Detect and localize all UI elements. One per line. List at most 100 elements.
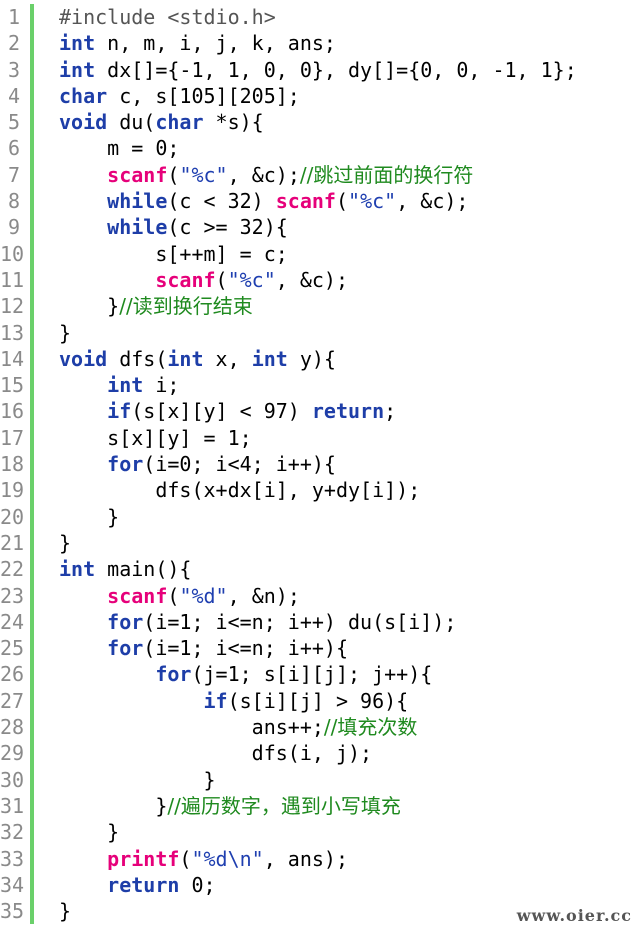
code-token: s[x][y] = 1; <box>59 425 252 450</box>
gutter-bar <box>30 372 34 399</box>
code-token: main(){ <box>95 557 192 582</box>
gutter-bar <box>30 898 34 925</box>
code-text: return 0; <box>59 872 642 898</box>
line-number: 18 <box>0 452 25 477</box>
code-token: (i=0; i<4; i++){ <box>143 452 336 477</box>
code-string: "%c" <box>348 189 397 214</box>
line-number: 16 <box>0 399 25 424</box>
code-keyword: if <box>107 399 132 424</box>
code-token: n, m, i, j, k, ans; <box>95 31 336 56</box>
gutter-bar <box>30 398 34 425</box>
code-token: } <box>59 793 168 818</box>
code-keyword: for <box>107 452 144 477</box>
code-keyword: for <box>107 609 144 634</box>
code-keyword: int <box>59 31 96 56</box>
line-number: 6 <box>7 136 20 161</box>
code-function: scanf <box>107 162 168 187</box>
code-token: } <box>59 294 120 319</box>
code-text: s[x][y] = 1; <box>59 425 642 451</box>
line-number: 4 <box>7 83 20 108</box>
line-number: 29 <box>0 741 25 766</box>
code-token: m = 0; <box>59 136 180 161</box>
line-number: 31 <box>0 793 25 818</box>
code-line: 2 int n, m, i, j, k, ans; <box>0 30 642 57</box>
code-line: 25 for(i=1; i<=n; i++){ <box>0 635 642 662</box>
line-number: 3 <box>7 57 20 82</box>
code-token: } <box>59 899 72 924</box>
code-text: } <box>59 530 642 556</box>
code-token: } <box>59 504 120 529</box>
code-text: int dx[]={-1, 1, 0, 0}, dy[]={0, 0, -1, … <box>59 57 642 83</box>
code-text: void du(char *s){ <box>59 109 642 135</box>
code-function: scanf <box>275 189 336 214</box>
line-number: 26 <box>0 662 25 687</box>
code-token: ( <box>179 846 192 871</box>
code-keyword: return <box>107 872 180 897</box>
code-text: for(i=1; i<=n; i++){ <box>59 635 642 661</box>
code-string: "%c" <box>227 267 276 292</box>
code-token: ( <box>167 162 180 187</box>
gutter-bar <box>30 845 34 872</box>
code-line: 18 for(i=0; i<4; i++){ <box>0 451 642 478</box>
code-editor: 1 #include <stdio.h> 2 int n, m, i, j, k, a… <box>0 4 642 925</box>
code-token: dfs(x+dx[i], y+dy[i]); <box>59 478 421 503</box>
code-keyword: char <box>155 110 204 135</box>
line-number: 33 <box>0 846 25 871</box>
line-number: 32 <box>0 820 25 845</box>
code-keyword: return <box>311 399 385 424</box>
code-comment: //填充次数 <box>323 715 418 740</box>
code-line: 31 }//遍历数字，遇到小写填充 <box>0 792 642 820</box>
code-line: 28 ans++;//填充次数 <box>0 714 642 741</box>
code-line: 5 void du(char *s){ <box>0 109 642 136</box>
code-text: scanf("%c", &c); <box>59 267 642 293</box>
gutter-bar <box>30 503 34 530</box>
code-comment: //跳过前面的换行符 <box>299 162 474 187</box>
code-token: dfs(i, j); <box>59 741 373 766</box>
line-number: 11 <box>0 267 25 292</box>
gutter-bar <box>30 56 34 83</box>
gutter-bar <box>30 82 34 110</box>
code-text: int i; <box>59 372 642 398</box>
gutter-bar <box>30 529 34 557</box>
line-number: 19 <box>0 478 25 503</box>
code-text: while(c < 32) scanf("%c", &c); <box>59 188 642 214</box>
line-number: 28 <box>0 715 25 740</box>
line-number: 22 <box>0 557 25 582</box>
code-line: 17 s[x][y] = 1; <box>0 424 642 452</box>
code-token: , &c); <box>275 267 349 292</box>
code-token: (j=1; s[i][j]; j++){ <box>191 662 433 687</box>
line-number: 24 <box>0 609 25 634</box>
gutter-bar <box>30 451 34 478</box>
gutter-bar <box>30 582 34 609</box>
code-line: 34 return 0; <box>0 871 642 899</box>
code-token: (s[x][y] < 97) <box>131 399 312 424</box>
code-line: 26 for(j=1; s[i][j]; j++){ <box>0 661 642 688</box>
code-line: 12 }//读到换行结束 <box>0 293 642 320</box>
code-line: 14 void dfs(int x, int y){ <box>0 345 642 373</box>
code-line: 33 printf("%d\n", ans); <box>0 845 642 872</box>
code-text: for(i=0; i<4; i++){ <box>59 451 642 477</box>
code-token: } <box>59 320 72 345</box>
code-keyword: void <box>59 346 108 371</box>
code-comment: //读到换行结束 <box>119 294 253 319</box>
line-number: 10 <box>0 241 25 266</box>
code-string: "%d\n" <box>191 846 264 871</box>
code-token: dx[]={-1, 1, 0, 0}, dy[]={0, 0, -1, 1}; <box>95 57 577 82</box>
code-token: (s[i][j] > 96){ <box>227 688 409 713</box>
code-token: (c < 32) <box>167 189 276 214</box>
code-keyword: int <box>251 346 288 371</box>
code-text: scanf("%d", &n); <box>59 583 642 609</box>
line-number: 25 <box>0 636 25 661</box>
code-text: printf("%d\n", ans); <box>59 846 642 872</box>
code-line: 3 int dx[]={-1, 1, 0, 0}, dy[]={0, 0, -1,… <box>0 56 642 83</box>
code-line: 13} <box>0 319 642 346</box>
code-text: dfs(i, j); <box>59 740 642 766</box>
